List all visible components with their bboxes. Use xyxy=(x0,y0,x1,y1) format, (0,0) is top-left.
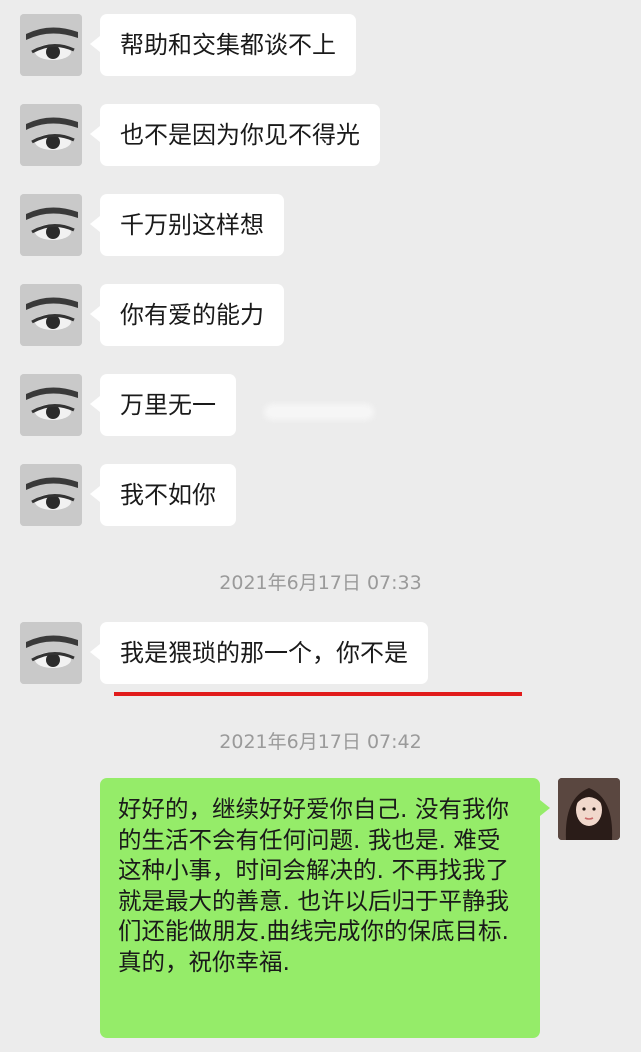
contact-avatar[interactable] xyxy=(20,622,82,684)
message-text: 好好的，继续好好爱你自己. 没有我你的生活不会有任何问题. 我也是. 难受这种小… xyxy=(118,795,509,976)
message-text: 我不如你 xyxy=(120,481,216,509)
red-underline-annotation xyxy=(114,692,522,696)
message-text: 你有爱的能力 xyxy=(120,301,264,329)
contact-avatar[interactable] xyxy=(20,14,82,76)
self-avatar[interactable] xyxy=(558,778,620,840)
message-bubble[interactable]: 帮助和交集都谈不上 xyxy=(90,14,356,76)
blurred-watermark xyxy=(264,404,374,420)
message-text: 我是猥琐的那一个，你不是 xyxy=(120,639,408,667)
contact-avatar[interactable] xyxy=(20,104,82,166)
message-text: 万里无一 xyxy=(120,391,216,419)
timestamp: 2021年6月17日 07:42 xyxy=(219,731,422,753)
message-bubble[interactable]: 我是猥琐的那一个，你不是 xyxy=(90,622,428,684)
contact-avatar[interactable] xyxy=(20,284,82,346)
message-bubble[interactable]: 也不是因为你见不得光 xyxy=(90,104,380,166)
outgoing-message-bubble[interactable]: 好好的，继续好好爱你自己. 没有我你的生活不会有任何问题. 我也是. 难受这种小… xyxy=(100,778,550,1038)
contact-avatar[interactable] xyxy=(20,374,82,436)
message-bubble[interactable]: 你有爱的能力 xyxy=(90,284,284,346)
message-text: 帮助和交集都谈不上 xyxy=(120,31,336,59)
message-bubble[interactable]: 我不如你 xyxy=(90,464,236,526)
contact-avatar[interactable] xyxy=(20,464,82,526)
message-bubble[interactable]: 千万别这样想 xyxy=(90,194,284,256)
message-text: 千万别这样想 xyxy=(120,211,264,239)
contact-avatar[interactable] xyxy=(20,194,82,256)
message-text: 也不是因为你见不得光 xyxy=(120,121,360,149)
timestamp: 2021年6月17日 07:33 xyxy=(219,572,422,594)
message-bubble[interactable]: 万里无一 xyxy=(90,374,236,436)
